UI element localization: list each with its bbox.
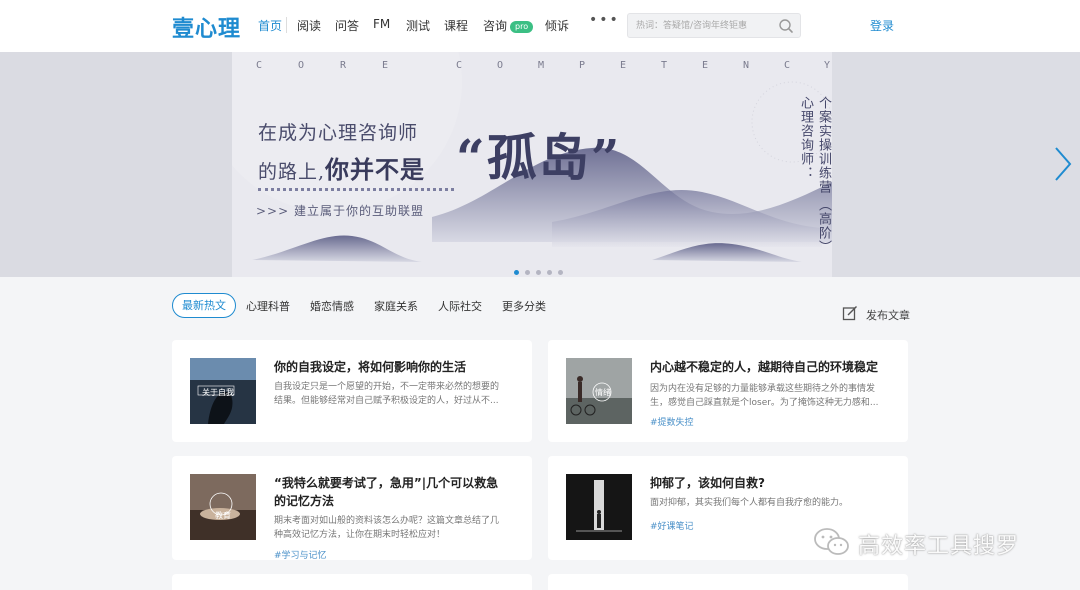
nav-item-home[interactable]: 首页 xyxy=(258,17,282,34)
thumbnail-label: 关于自我 xyxy=(202,388,234,397)
carousel-next-arrow-icon[interactable] xyxy=(1052,144,1074,184)
nav-item-read[interactable]: 阅读 xyxy=(297,17,321,34)
nav-item-consult[interactable]: 咨询 pro xyxy=(483,17,534,34)
search-icon[interactable] xyxy=(778,18,794,34)
banner-left-preview xyxy=(0,52,232,277)
article-excerpt: 期末考面对如山般的资料该怎么办呢？这篇文章总结了几种高效记忆方法，让你在期末时轻… xyxy=(274,516,500,540)
more-menu-icon[interactable]: ••• xyxy=(589,12,620,28)
article-excerpt: 面对抑郁，其实我们每个人都有自我疗愈的能力。 xyxy=(650,498,849,508)
article-thumbnail: 关于自我 xyxy=(190,358,256,424)
article-title[interactable]: “我特么就要考试了，急用”|几个可以救急的记忆方法 xyxy=(274,474,506,510)
article-thumbnail: 情绪 xyxy=(566,358,632,424)
watermark-text: 高效率工具搜罗 xyxy=(858,534,1020,559)
carousel-dot[interactable] xyxy=(514,270,519,275)
publish-article-link[interactable]: 发布文章 xyxy=(866,307,910,323)
tab-latest-hot[interactable]: 最新热文 xyxy=(172,293,236,318)
article-card[interactable]: 抑郁了，该如何自救? 面对抑郁，其实我们每个人都有自我疗愈的能力。 #好课笔记 xyxy=(548,456,908,560)
tab-more-categories[interactable]: 更多分类 xyxy=(502,298,546,314)
nav-item-course[interactable]: 课程 xyxy=(444,17,468,34)
nav-divider xyxy=(286,17,287,33)
nav-item-consult-label: 咨询 xyxy=(483,19,508,33)
thumbnail-label: 情绪 xyxy=(595,388,611,397)
tab-social[interactable]: 人际社交 xyxy=(438,298,482,314)
article-tag[interactable]: #提数失控 xyxy=(650,415,694,428)
thumbnail-label: 教育 xyxy=(215,511,231,520)
edit-icon[interactable] xyxy=(842,305,858,321)
banner-slogan: >>> 建立属于你的互助联盟 xyxy=(256,204,424,218)
article-card[interactable] xyxy=(548,574,908,590)
nav-item-qa[interactable]: 问答 xyxy=(335,17,359,34)
banner-headline-line1: 在成为心理咨询师 xyxy=(258,122,419,144)
wechat-watermark: 高效率工具搜罗 xyxy=(812,526,1018,559)
search-box xyxy=(627,13,801,38)
carousel-dot[interactable] xyxy=(525,270,530,275)
banner-big-title: “孤岛” xyxy=(456,128,622,187)
search-input[interactable] xyxy=(636,18,776,34)
pro-badge: pro xyxy=(510,21,534,33)
carousel-dots xyxy=(514,260,569,277)
article-title[interactable]: 内心越不稳定的人，越期待自己的环境稳定 xyxy=(650,358,882,376)
article-title[interactable]: 你的自我设定，将如何影响你的生活 xyxy=(274,358,506,376)
tab-family[interactable]: 家庭关系 xyxy=(374,298,418,314)
article-thumbnail xyxy=(566,474,632,540)
banner-dotted-divider xyxy=(258,188,454,191)
nav-item-test[interactable]: 测试 xyxy=(406,17,430,34)
carousel-dot[interactable] xyxy=(547,270,552,275)
hero-banner[interactable]: C O R E C O M P E T E N C Y 在成为心理咨询师 的路上… xyxy=(0,52,1080,277)
article-card[interactable]: 情绪 内心越不稳定的人，越期待自己的环境稳定 因为内在没有足够的力量能够承载这些… xyxy=(548,340,908,442)
article-excerpt: 因为内在没有足够的力量能够承载这些期待之外的事情发生，感觉自己踩直就是个lose… xyxy=(650,384,879,408)
site-logo[interactable]: 壹心理 xyxy=(172,11,241,43)
top-nav: 壹心理 首页 阅读 问答 FM 测试 课程 咨询pro 倾诉 ••• 登录 xyxy=(0,0,1080,52)
article-tag[interactable]: #学习与记忆 xyxy=(274,548,327,561)
article-tag[interactable]: #好课笔记 xyxy=(650,519,694,532)
banner-vertical-text-1: 个案实操训练营 xyxy=(816,96,831,194)
article-thumbnail: 教育 xyxy=(190,474,256,540)
article-card[interactable] xyxy=(172,574,532,590)
nav-item-talk[interactable]: 倾诉 xyxy=(545,17,569,34)
banner-headline-line2: 的路上,你并不是 xyxy=(258,155,426,184)
banner-vertical-text-3: （高阶） xyxy=(816,198,831,254)
article-card[interactable]: 关于自我 你的自我设定，将如何影响你的生活 自我设定只是一个愿望的开始，不一定带… xyxy=(172,340,532,442)
banner-vertical-text-2: 心理咨询师： xyxy=(798,96,813,180)
carousel-dot[interactable] xyxy=(558,270,563,275)
banner-right-preview xyxy=(832,52,1080,277)
tab-psych-science[interactable]: 心理科普 xyxy=(246,298,290,314)
carousel-dot[interactable] xyxy=(536,270,541,275)
article-title[interactable]: 抑郁了，该如何自救? xyxy=(650,474,882,492)
article-card[interactable]: 教育 “我特么就要考试了，急用”|几个可以救急的记忆方法 期末考面对如山般的资料… xyxy=(172,456,532,561)
tab-love-relationship[interactable]: 婚恋情感 xyxy=(310,298,354,314)
nav-item-fm[interactable]: FM xyxy=(373,17,390,31)
login-link[interactable]: 登录 xyxy=(870,17,894,34)
article-excerpt: 自我设定只是一个愿望的开始，不一定带来必然的想要的结果。但能够经常对自己赋予积极… xyxy=(274,382,500,406)
wechat-icon xyxy=(814,528,849,555)
